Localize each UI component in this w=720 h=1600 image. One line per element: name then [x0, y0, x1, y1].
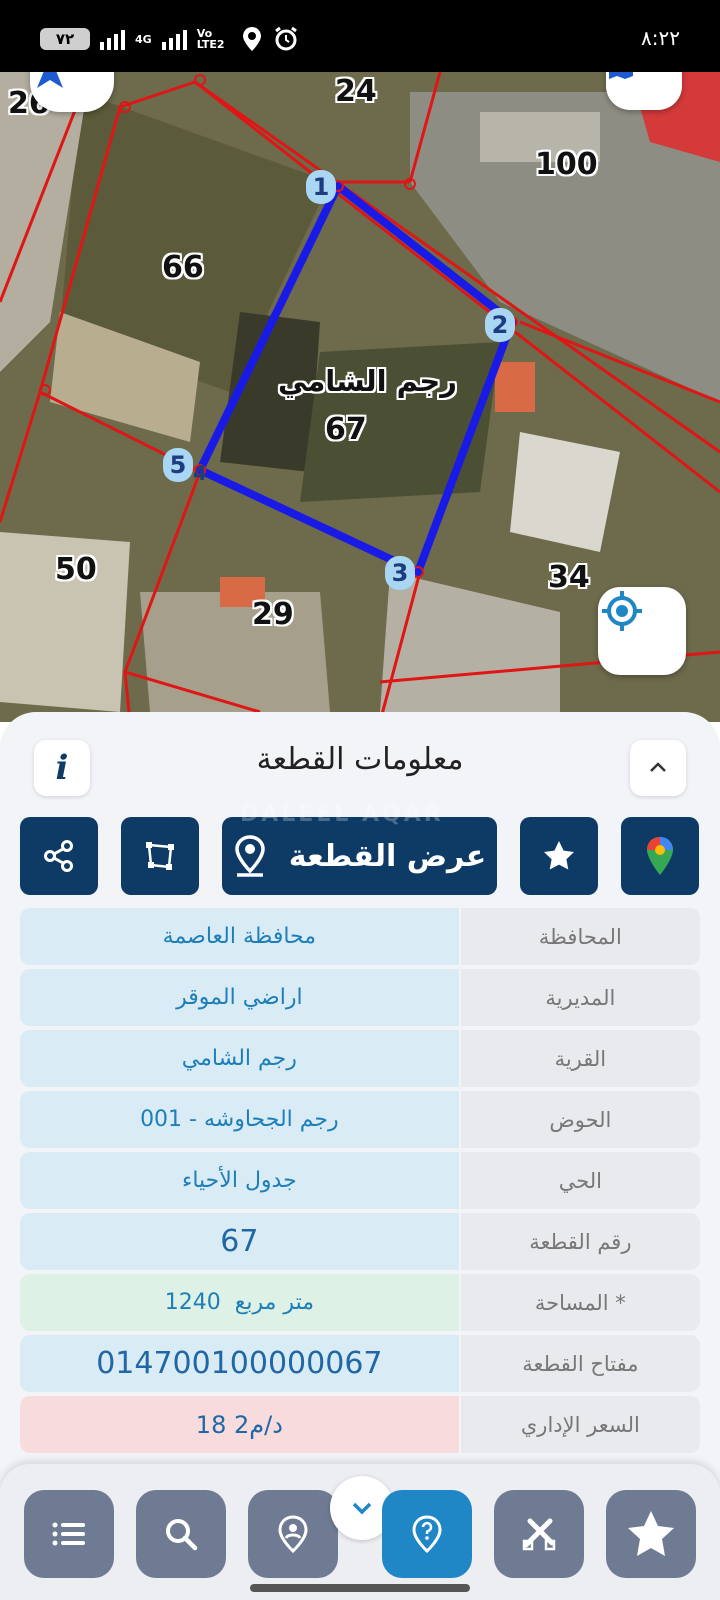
location-status-icon — [242, 27, 261, 51]
neighborhood-label: الحي — [460, 1152, 700, 1209]
village-label: القرية — [460, 1030, 700, 1087]
row-area: 1240 متر مربع المساحة * — [20, 1274, 700, 1331]
parcel-number-value: 67 — [20, 1213, 459, 1270]
vertex-2[interactable]: 2 — [485, 308, 515, 342]
draw-polygon-button[interactable] — [121, 817, 199, 895]
star-icon — [544, 841, 574, 870]
nav-list-button[interactable] — [24, 1490, 114, 1578]
compass-icon — [37, 72, 63, 88]
nav-favorites-button[interactable] — [606, 1490, 696, 1578]
location-pin-icon — [235, 835, 265, 877]
list-icon — [52, 1522, 85, 1546]
row-admin-price: 18 د/م2 السعر الإداري — [20, 1396, 700, 1453]
row-basin: رجم الجحاوشه - 001 الحوض — [20, 1091, 700, 1148]
locate-me-button[interactable] — [598, 587, 686, 675]
battery-indicator: ٧٢ — [40, 28, 90, 50]
admin-price-label: السعر الإداري — [460, 1396, 700, 1453]
nav-search-button[interactable] — [136, 1490, 226, 1578]
chevron-down-icon — [352, 1502, 372, 1515]
parcel-number-label: 67 — [325, 412, 367, 447]
map-layers-icon — [609, 72, 633, 79]
satellite-map[interactable]: 24 26 100 66 رجم الشامي 67 50 29 34 1 2 … — [0, 72, 720, 722]
tools-icon — [522, 1518, 556, 1551]
parcel-info-table: محافظة العاصمة المحافظة اراضي الموقر الم… — [20, 908, 700, 1457]
bottom-navigation — [0, 1464, 720, 1600]
plot-number-100: 100 — [535, 147, 598, 182]
volte-indicator: Vo LTE2 — [196, 27, 225, 51]
row-village: رجم الشامي القرية — [20, 1030, 700, 1087]
governorate-label: المحافظة — [460, 908, 700, 965]
row-neighborhood: جدول الأحياء الحي — [20, 1152, 700, 1209]
vertex-1[interactable]: 1 — [306, 170, 336, 204]
row-governorate: محافظة العاصمة المحافظة — [20, 908, 700, 965]
polygon-icon — [146, 842, 174, 870]
admin-price-value: 18 د/م2 — [20, 1396, 459, 1453]
vertex-4[interactable]: 4 — [185, 456, 215, 490]
area-label: المساحة * — [460, 1274, 700, 1331]
help-icon — [412, 1515, 442, 1554]
signal-icon-2 — [161, 28, 187, 50]
vertex-3[interactable]: 3 — [385, 556, 415, 590]
row-directorate: اراضي الموقر المديرية — [20, 969, 700, 1026]
favorite-button[interactable] — [520, 817, 598, 895]
favorites-icon — [628, 1511, 674, 1556]
basin-value: رجم الجحاوشه - 001 — [20, 1091, 459, 1148]
show-parcel-button[interactable]: عرض القطعة — [222, 817, 497, 895]
network-type: 4G — [135, 32, 152, 46]
share-button[interactable] — [20, 817, 98, 895]
plot-number-66: 66 — [162, 250, 204, 285]
map-layers-button[interactable] — [606, 72, 682, 110]
basin-label: الحوض — [460, 1091, 700, 1148]
chevron-up-icon — [650, 762, 666, 772]
search-icon — [166, 1519, 198, 1551]
show-parcel-label: عرض القطعة — [288, 838, 487, 874]
row-parcel-key: 014700100000067 مفتاح القطعة — [20, 1335, 700, 1392]
google-maps-icon — [647, 837, 673, 875]
parcel-key-value: 014700100000067 — [20, 1335, 459, 1392]
area-value: 1240 متر مربع — [20, 1274, 459, 1331]
alarm-icon — [274, 26, 297, 51]
compass-button[interactable] — [30, 72, 114, 112]
village-value: رجم الشامي — [20, 1030, 459, 1087]
clock: ٨:٢٢ — [641, 26, 680, 50]
signal-icon — [100, 28, 125, 50]
parcel-number-label: رقم القطعة — [460, 1213, 700, 1270]
google-maps-button[interactable] — [621, 817, 699, 895]
row-parcel-number: 67 رقم القطعة — [20, 1213, 700, 1270]
nav-tools-button[interactable] — [494, 1490, 584, 1578]
watermark: DALEEL AQAR — [240, 802, 444, 827]
nav-my-location-button[interactable] — [248, 1490, 338, 1578]
panel-title: معلومات القطعة — [256, 742, 464, 777]
plot-number-34: 34 — [548, 560, 590, 595]
status-bar: ٧٢ 4G Vo LTE2 ٨:٢٢ — [0, 0, 720, 72]
plot-number-24: 24 — [335, 74, 377, 109]
plot-number-29: 29 — [252, 597, 294, 632]
parcel-name-label: رجم الشامي — [278, 364, 457, 398]
share-icon — [44, 840, 73, 872]
collapse-panel-button[interactable] — [630, 740, 686, 796]
directorate-value: اراضي الموقر — [20, 969, 459, 1026]
neighborhood-value: جدول الأحياء — [20, 1152, 459, 1209]
directorate-label: المديرية — [460, 969, 700, 1026]
user-location-icon — [278, 1515, 308, 1554]
nav-help-button[interactable] — [382, 1490, 472, 1578]
governorate-value: محافظة العاصمة — [20, 908, 459, 965]
plot-number-50: 50 — [55, 552, 97, 587]
parcel-key-label: مفتاح القطعة — [460, 1335, 700, 1392]
locate-icon — [602, 591, 642, 631]
home-indicator — [250, 1584, 470, 1592]
